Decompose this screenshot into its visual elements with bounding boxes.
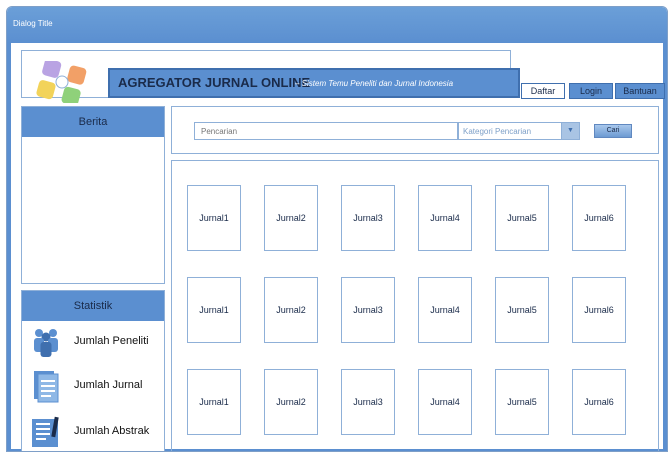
statistik-title: Statistik [22,291,164,321]
journal-card[interactable]: Jurnal6 [572,185,626,251]
abstract-document-icon [32,416,59,447]
journal-card[interactable]: Jurnal1 [187,369,241,435]
journal-card[interactable]: Jurnal6 [572,277,626,343]
tab-daftar[interactable]: Daftar [521,83,565,99]
stat-label: Jumlah Abstrak [74,425,150,437]
logo-icon [36,61,87,103]
site-subtitle: – Sistem Temu Peneliti dan Jurnal Indone… [295,79,454,88]
journal-card[interactable]: Jurnal3 [341,369,395,435]
journal-card[interactable]: Jurnal3 [341,277,395,343]
journal-card[interactable]: Jurnal5 [495,185,549,251]
journal-card[interactable]: Jurnal4 [418,185,472,251]
dialog-window: Dialog Title AGREGATOR JURNAL ONLINE – S… [6,6,668,452]
journal-card[interactable]: Jurnal4 [418,369,472,435]
journal-card[interactable]: Jurnal4 [418,277,472,343]
journal-card[interactable]: Jurnal2 [264,369,318,435]
journal-grid: Jurnal1 Jurnal2 Jurnal3 Jurnal4 Jurnal5 Jurna… [171,160,659,451]
document-icon [34,371,59,403]
dropdown-button[interactable]: ▼ [561,123,579,139]
stat-label: Jumlah Peneliti [74,335,149,347]
search-input[interactable] [194,122,458,140]
stat-jumlah-jurnal: Jumlah Jurnal [30,369,166,403]
statistik-panel: Statistik Jumlah Peneliti Jumlah Jurnal … [21,290,166,451]
search-button[interactable]: Cari [594,124,632,138]
stat-jumlah-peneliti: Jumlah Peneliti [30,325,166,359]
journal-card[interactable]: Jurnal6 [572,369,626,435]
people-icon [34,329,58,357]
journal-card[interactable]: Jurnal1 [187,277,241,343]
search-box: Kategori Pencarian ▼ Cari [171,106,659,154]
content-area: AGREGATOR JURNAL ONLINE – Sistem Temu Pe… [7,43,667,451]
category-select[interactable]: Kategori Pencarian ▼ [458,122,580,140]
title-bar: Dialog Title [7,7,667,43]
journal-card[interactable]: Jurnal2 [264,185,318,251]
journal-card[interactable]: Jurnal3 [341,185,395,251]
stat-jumlah-abstrak: Jumlah Abstrak [30,415,166,449]
header-box: AGREGATOR JURNAL ONLINE – Sistem Temu Pe… [21,50,520,103]
tab-bantuan[interactable]: Bantuan [615,83,665,99]
site-banner: AGREGATOR JURNAL ONLINE – Sistem Temu Pe… [108,68,520,98]
journal-card[interactable]: Jurnal2 [264,277,318,343]
berita-panel: Berita [21,106,165,284]
journal-card[interactable]: Jurnal1 [187,185,241,251]
stat-label: Jumlah Jurnal [74,379,143,391]
berita-title: Berita [22,107,164,137]
journal-card[interactable]: Jurnal5 [495,277,549,343]
chevron-down-icon: ▼ [567,127,574,134]
journal-card[interactable]: Jurnal5 [495,369,549,435]
category-placeholder: Kategori Pencarian [463,127,532,136]
tab-login[interactable]: Login [569,83,613,99]
window-title: Dialog Title [13,19,53,28]
site-title: AGREGATOR JURNAL ONLINE [118,75,311,90]
